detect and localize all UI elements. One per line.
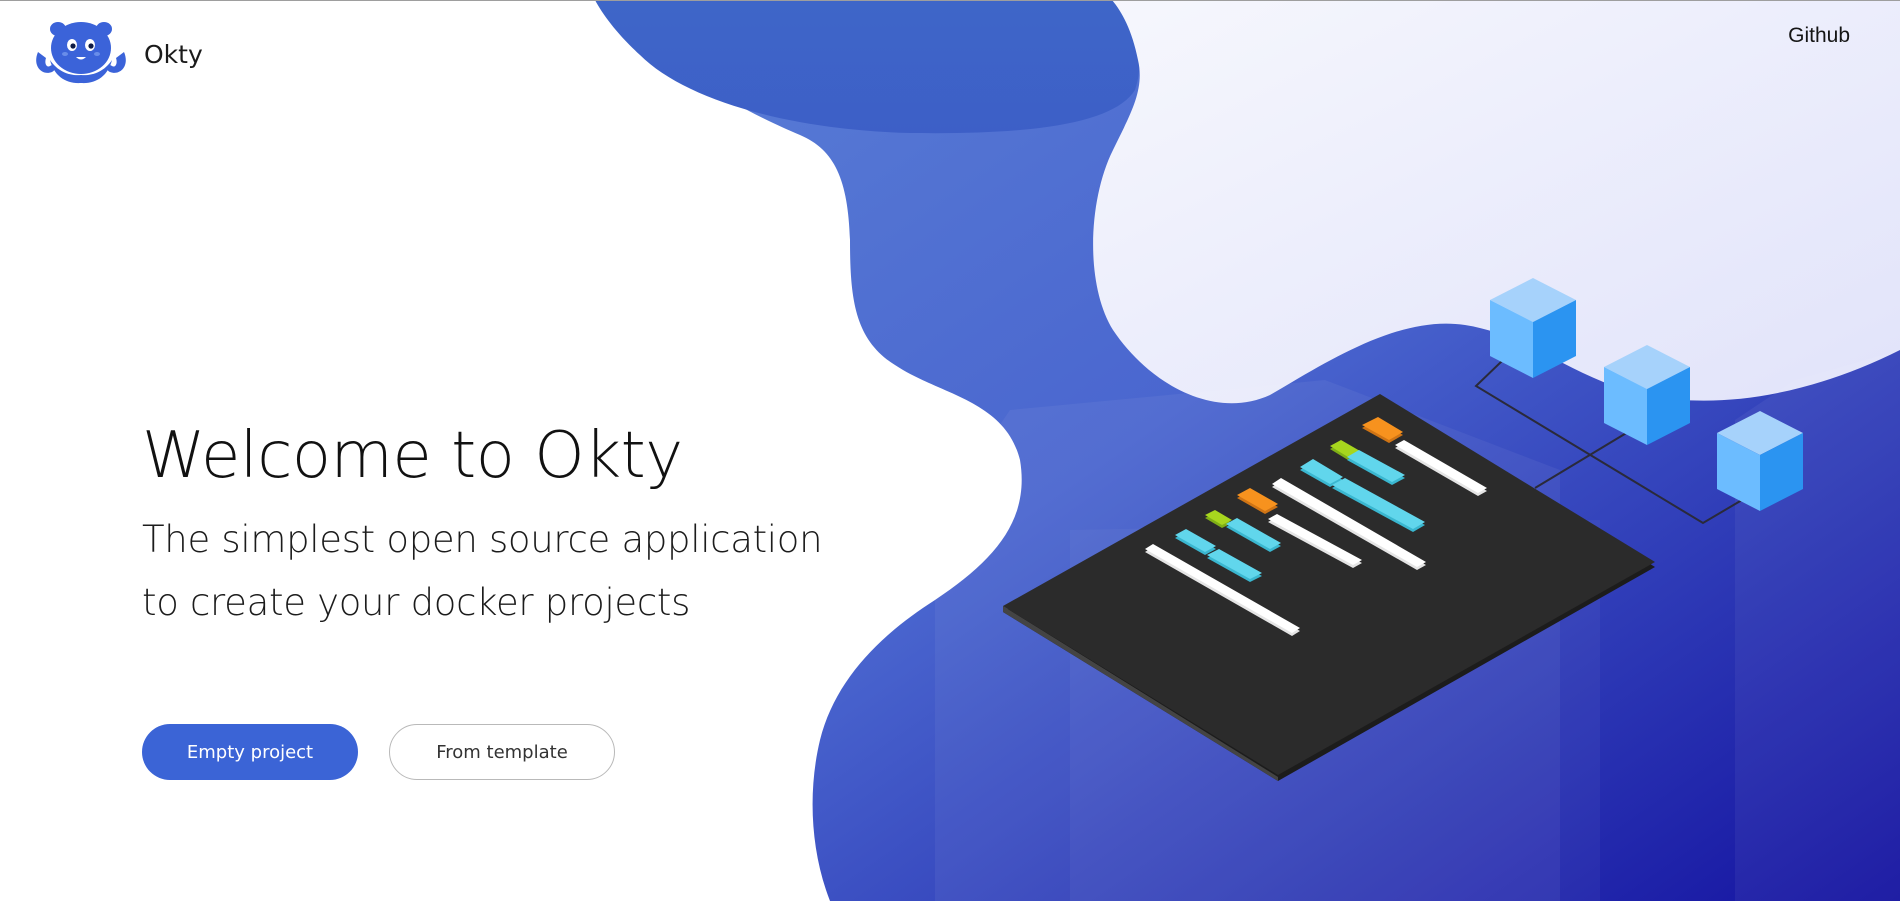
window-top-border [0,0,1900,1]
hero-subtitle: The simplest open source application to … [142,508,823,634]
octopus-logo-icon [36,22,126,84]
brand-logo[interactable]: Okty [32,20,203,88]
hero-title: Welcome to Okty [142,419,683,493]
brand-name: Okty [144,39,203,69]
hero-section: Welcome to Okty The simplest open source… [142,414,823,634]
from-template-button[interactable]: From template [389,724,615,780]
hero-actions: Empty project From template [142,724,615,780]
empty-project-button[interactable]: Empty project [142,724,358,780]
hero-subtitle-line-1: The simplest open source application [142,518,823,561]
github-link[interactable]: Github [1788,24,1850,48]
hero-subtitle-line-2: to create your docker projects [142,581,691,624]
top-blob-shape [595,0,1140,134]
